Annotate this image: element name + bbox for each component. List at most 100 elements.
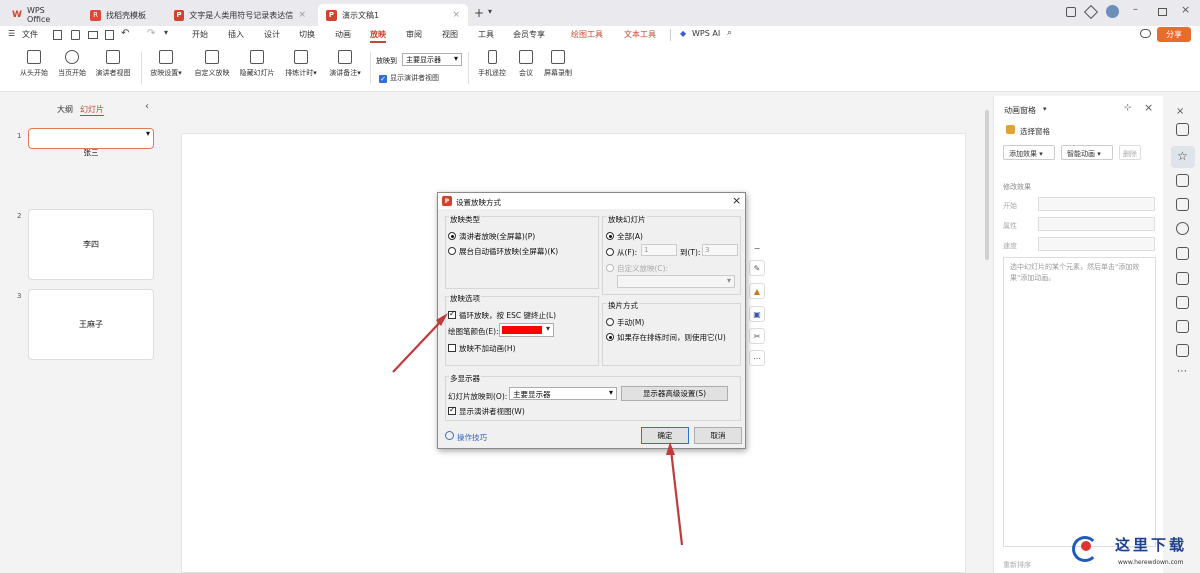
- ok-button[interactable]: 确定: [641, 427, 689, 444]
- magic-icon[interactable]: [1176, 222, 1189, 235]
- hamburger-icon[interactable]: ☰: [8, 29, 15, 38]
- minus-icon[interactable]: −: [749, 240, 765, 256]
- start-select[interactable]: [1038, 197, 1155, 211]
- search-icon[interactable]: ⌕: [727, 28, 732, 38]
- radio-from[interactable]: 从(F):: [606, 247, 637, 258]
- maximize-icon[interactable]: [1158, 8, 1167, 16]
- menu-transition[interactable]: 切换: [299, 29, 315, 40]
- menu-animation[interactable]: 动画: [335, 29, 351, 40]
- monitor-select[interactable]: 主要显示器: [509, 387, 617, 400]
- menu-file[interactable]: 文件: [22, 29, 38, 40]
- pen-color-picker[interactable]: ▾: [499, 323, 554, 337]
- close-icon[interactable]: ×: [1176, 106, 1189, 119]
- property-select[interactable]: [1038, 217, 1155, 231]
- help-icon[interactable]: [1176, 320, 1189, 333]
- delete-button[interactable]: 删除: [1119, 145, 1141, 160]
- clipboard-icon[interactable]: [1176, 296, 1189, 309]
- menu-home[interactable]: 开始: [192, 29, 208, 40]
- book-icon[interactable]: [1176, 247, 1189, 260]
- star-icon[interactable]: ☆: [1177, 149, 1188, 163]
- presenter-view-button[interactable]: 演讲者视图: [90, 50, 136, 78]
- radio-presenter[interactable]: 演讲者放映(全屏幕)(P): [448, 231, 535, 242]
- menu-drawing-tools[interactable]: 绘图工具: [571, 29, 603, 40]
- radio-all[interactable]: 全部(A): [606, 231, 643, 242]
- chevron-down-icon[interactable]: ▾: [1043, 105, 1047, 113]
- hide-slide-button[interactable]: 隐藏幻灯片: [236, 50, 278, 78]
- menu-wps-ai[interactable]: WPS AI: [692, 29, 720, 38]
- chevron-down-icon[interactable]: ▾: [164, 28, 168, 37]
- close-window-icon[interactable]: ×: [1181, 3, 1190, 16]
- custom-show-button[interactable]: 自定义放映: [190, 50, 234, 78]
- menu-view[interactable]: 视图: [442, 29, 458, 40]
- menu-member[interactable]: 会员专享: [513, 29, 545, 40]
- radio-kiosk[interactable]: 展台自动循环放映(全屏幕)(K): [448, 246, 558, 257]
- minimize-icon[interactable]: –: [1133, 4, 1138, 15]
- tab-presentation-active[interactable]: P 演示文稿1 ×: [318, 4, 468, 26]
- tab-slides[interactable]: 幻灯片: [80, 104, 104, 116]
- close-icon[interactable]: ×: [452, 10, 460, 20]
- avatar[interactable]: [1106, 5, 1119, 18]
- tips-link[interactable]: 操作技巧: [457, 432, 487, 443]
- custom-show-select[interactable]: ▾: [617, 275, 735, 288]
- menu-slideshow[interactable]: 放映: [370, 29, 386, 43]
- menu-insert[interactable]: 插入: [228, 29, 244, 40]
- monitor-advanced-button[interactable]: 显示器高级设置(S): [621, 386, 728, 401]
- tab-document[interactable]: P 文字是人类用符号记录表达信息以 ×: [166, 4, 314, 26]
- animation-list[interactable]: 选中幻灯片的某个元素，然后单击"添加效果"添加动画。: [1003, 257, 1156, 547]
- collapse-icon[interactable]: ‹: [145, 101, 149, 112]
- gift-icon[interactable]: [1176, 344, 1189, 357]
- pen-icon[interactable]: ✎: [749, 260, 765, 276]
- menu-tools[interactable]: 工具: [478, 29, 494, 40]
- slide-thumbnail[interactable]: 李四: [28, 209, 154, 280]
- new-tab-icon[interactable]: +: [474, 6, 484, 20]
- slideshow-settings-button[interactable]: 放映设置▾: [146, 50, 186, 78]
- export-icon[interactable]: [71, 30, 80, 40]
- pin-icon[interactable]: ⊹: [1124, 103, 1132, 113]
- phone-remote-button[interactable]: 手机遥控: [474, 50, 510, 78]
- menu-review[interactable]: 审阅: [406, 29, 422, 40]
- to-input[interactable]: 3: [702, 244, 738, 256]
- tab-templates[interactable]: R 找稻壳模板: [82, 4, 162, 26]
- presenter-view-checkbox[interactable]: ✓ 显示演讲者视图: [379, 73, 439, 83]
- no-animation-checkbox[interactable]: 放映不加动画(H): [448, 343, 516, 354]
- radio-use-timings[interactable]: 如果存在排练时间，则使用它(U): [606, 332, 726, 343]
- redo-icon[interactable]: ↷: [147, 28, 155, 39]
- show-on-select[interactable]: 主要显示器: [402, 53, 462, 66]
- cancel-button[interactable]: 取消: [694, 427, 742, 444]
- more-icon[interactable]: ⋯: [1177, 366, 1187, 377]
- slide-thumbnail[interactable]: 张三: [28, 128, 154, 157]
- image-icon[interactable]: [1176, 198, 1189, 211]
- chevron-down-icon[interactable]: ▾: [488, 7, 492, 16]
- save-icon[interactable]: [53, 30, 62, 40]
- scrollbar[interactable]: [985, 110, 989, 260]
- loop-checkbox[interactable]: 循环放映，按 ESC 键终止(L): [448, 309, 556, 321]
- copy-icon[interactable]: [1176, 174, 1189, 187]
- tab-wps-office[interactable]: W WPS Office: [4, 4, 78, 26]
- meeting-button[interactable]: 会议: [514, 50, 538, 78]
- chart-icon[interactable]: [1176, 272, 1189, 285]
- radio-manual[interactable]: 手动(M): [606, 317, 644, 328]
- screen-record-button[interactable]: 屏幕录制: [540, 50, 576, 78]
- cloud-icon[interactable]: [1140, 29, 1151, 38]
- presenter-view-checkbox[interactable]: 显示演讲者视图(W): [448, 405, 525, 417]
- settings-sliders-icon[interactable]: [1176, 123, 1189, 136]
- more-icon[interactable]: ⋯: [749, 350, 765, 366]
- menu-text-tools[interactable]: 文本工具: [624, 29, 656, 40]
- preview-icon[interactable]: [105, 30, 114, 40]
- play-current-button[interactable]: 当页开始: [54, 50, 90, 78]
- add-effect-button[interactable]: 添加效果 ▾: [1003, 145, 1055, 160]
- speed-select[interactable]: [1038, 237, 1155, 251]
- speaker-notes-button[interactable]: 演讲备注▾: [324, 50, 366, 78]
- print-icon[interactable]: [88, 31, 98, 39]
- close-icon[interactable]: ×: [1144, 101, 1153, 114]
- close-icon[interactable]: ×: [298, 10, 306, 20]
- tools-icon[interactable]: ✂: [749, 328, 765, 344]
- play-from-start-button[interactable]: 从头开始: [14, 50, 54, 78]
- paint-icon[interactable]: ▲: [749, 283, 765, 299]
- select-pane-link[interactable]: 选择窗格: [1020, 126, 1050, 137]
- cube-icon[interactable]: [1083, 4, 1099, 20]
- tab-outline[interactable]: 大纲: [57, 104, 73, 115]
- slide-thumbnail[interactable]: 王麻子: [28, 289, 154, 360]
- rehearse-timing-button[interactable]: 排练计时▾: [281, 50, 321, 78]
- share-button[interactable]: 分享: [1157, 27, 1191, 42]
